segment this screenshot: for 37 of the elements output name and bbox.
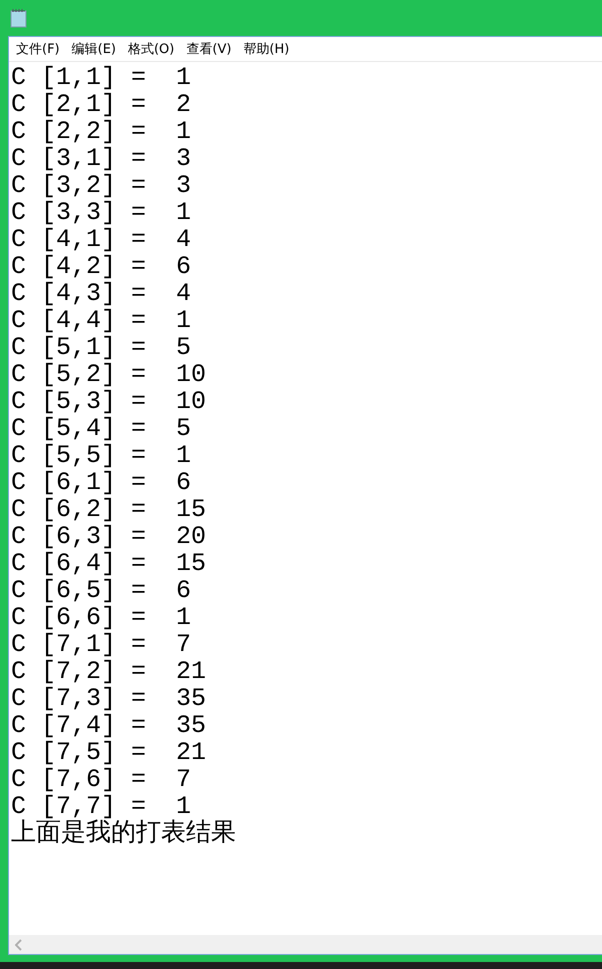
text-line: C [6,1] = 6 <box>11 469 192 496</box>
notepad-icon <box>10 8 28 28</box>
text-line: C [1,1] = 1 <box>11 64 192 91</box>
text-line: C [7,7] = 1 <box>11 793 192 820</box>
text-line: C [7,1] = 7 <box>11 631 192 658</box>
text-line: 上面是我的打表结果 <box>11 820 236 847</box>
text-line: C [7,6] = 7 <box>11 766 192 793</box>
menu-item[interactable]: 查看(V) <box>181 40 236 58</box>
text-line: C [3,2] = 3 <box>11 172 192 199</box>
menu-item[interactable]: 帮助(H) <box>238 40 294 58</box>
text-line: C [2,2] = 1 <box>11 118 192 145</box>
text-line: C [5,1] = 5 <box>11 334 192 361</box>
text-line: C [6,4] = 15 <box>11 550 206 577</box>
text-line: C [5,4] = 5 <box>11 415 192 442</box>
text-line: C [6,6] = 1 <box>11 604 192 631</box>
text-line: C [7,5] = 21 <box>11 739 206 766</box>
text-line: C [4,4] = 1 <box>11 307 192 334</box>
horizontal-scrollbar[interactable] <box>9 935 602 954</box>
text-line: C [6,2] = 15 <box>11 496 206 523</box>
text-line: C [2,1] = 2 <box>11 91 192 118</box>
text-line: C [3,3] = 1 <box>11 199 192 226</box>
text-line: C [5,3] = 10 <box>11 388 206 415</box>
menu-item[interactable]: 格式(O) <box>122 40 180 58</box>
text-line: C [4,1] = 4 <box>11 226 192 253</box>
text-line: C [5,2] = 10 <box>11 361 206 388</box>
text-line: C [7,2] = 21 <box>11 658 206 685</box>
text-line: C [4,3] = 4 <box>11 280 192 307</box>
text-line: C [6,5] = 6 <box>11 577 192 604</box>
text-line: C [7,4] = 35 <box>11 712 206 739</box>
menu-item[interactable]: 编辑(E) <box>66 40 121 58</box>
text-line: C [4,2] = 6 <box>11 253 192 280</box>
text-line: C [3,1] = 3 <box>11 145 192 172</box>
scroll-left-icon[interactable] <box>15 938 23 950</box>
menu-item[interactable]: 文件(F) <box>11 40 65 58</box>
text-line: C [7,3] = 35 <box>11 685 206 712</box>
text-line: C [5,5] = 1 <box>11 442 192 469</box>
text-line: C [6,3] = 20 <box>11 523 206 550</box>
